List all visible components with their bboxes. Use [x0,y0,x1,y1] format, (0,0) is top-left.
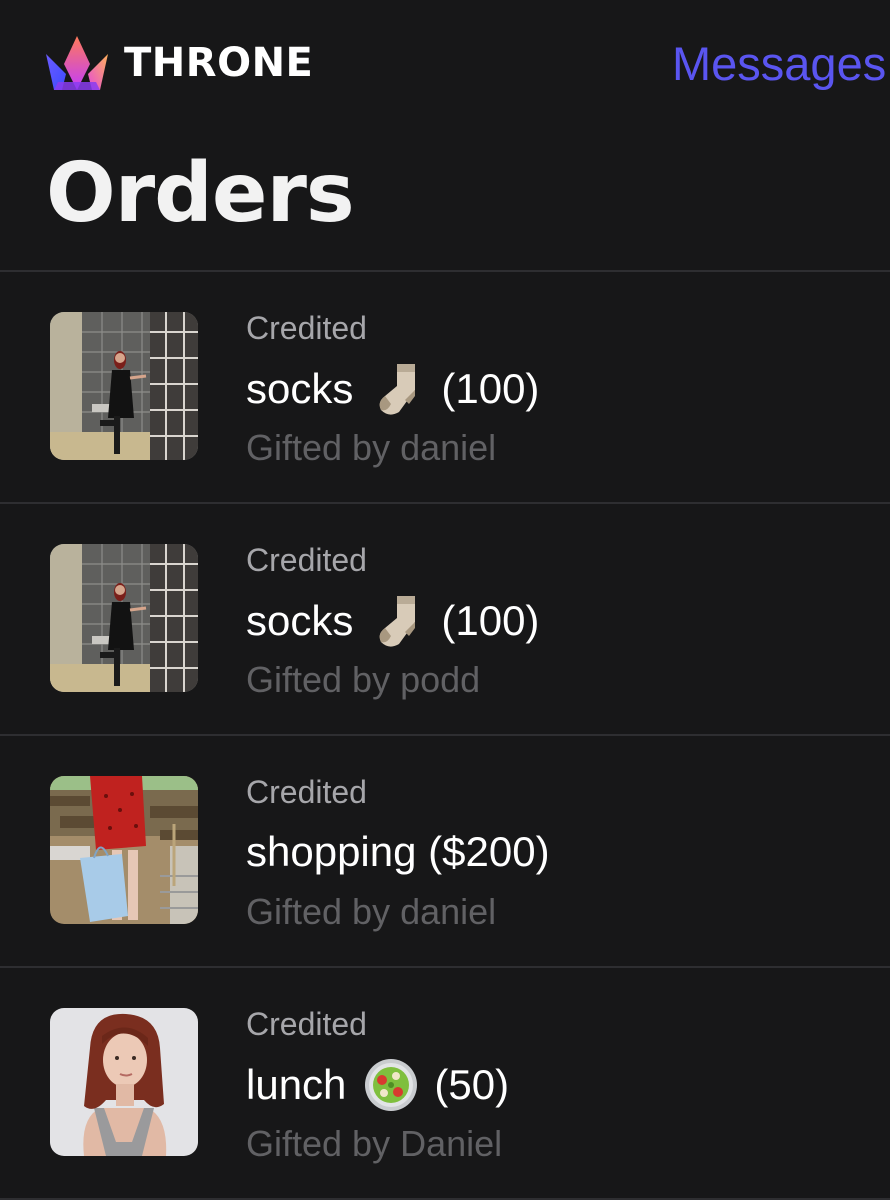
order-item-name: lunch [246,1061,347,1108]
order-amount: (100) [441,365,540,412]
page-title: Orders [46,146,355,241]
order-item-name: socks [246,597,354,644]
crown-logo-icon [46,36,108,90]
order-status: Credited [246,310,367,346]
order-item: socks (100) [246,360,539,418]
shower-room-photo [50,544,198,692]
order-status: Credited [246,774,367,810]
salad-icon [362,1056,420,1114]
portrait-photo [50,1008,198,1156]
order-thumbnail [50,1008,198,1156]
top-bar: THRONE Messages [0,0,890,130]
order-row[interactable]: Credited lunch (50) Gifted by Daniel [0,968,890,1200]
order-item-name: shopping ($200) [246,828,550,875]
throne-logo[interactable]: THRONE [44,34,313,92]
order-gifter: Gifted by podd [246,659,481,700]
messages-link[interactable]: Messages [672,34,886,94]
order-item: lunch (50) [246,1056,509,1114]
red-dress-shopping-photo [50,776,198,924]
order-thumbnail [50,544,198,692]
order-status: Credited [246,542,367,578]
shower-room-photo [50,312,198,460]
order-row[interactable]: Credited socks (100) Gifted by podd [0,504,890,736]
order-status: Credited [246,1006,367,1042]
order-row[interactable]: Credited shopping ($200) Gifted by danie… [0,736,890,968]
order-item: shopping ($200) [246,824,550,880]
order-item-name: socks [246,365,354,412]
order-amount: (100) [441,597,540,644]
order-gifter: Gifted by daniel [246,891,497,932]
order-amount: (50) [434,1061,510,1108]
order-thumbnail [50,312,198,460]
orders-page: THRONE Messages Orders Credited socks (1… [0,0,890,1200]
order-item: socks (100) [246,592,539,650]
sock-icon [369,360,427,418]
order-thumbnail [50,776,198,924]
sock-icon [369,592,427,650]
order-gifter: Gifted by daniel [246,427,497,468]
order-row[interactable]: Credited socks (100) Gifted by daniel [0,272,890,504]
brand-name: THRONE [124,40,314,86]
orders-list: Credited socks (100) Gifted by daniel Cr… [0,270,890,1200]
order-gifter: Gifted by Daniel [246,1123,503,1164]
